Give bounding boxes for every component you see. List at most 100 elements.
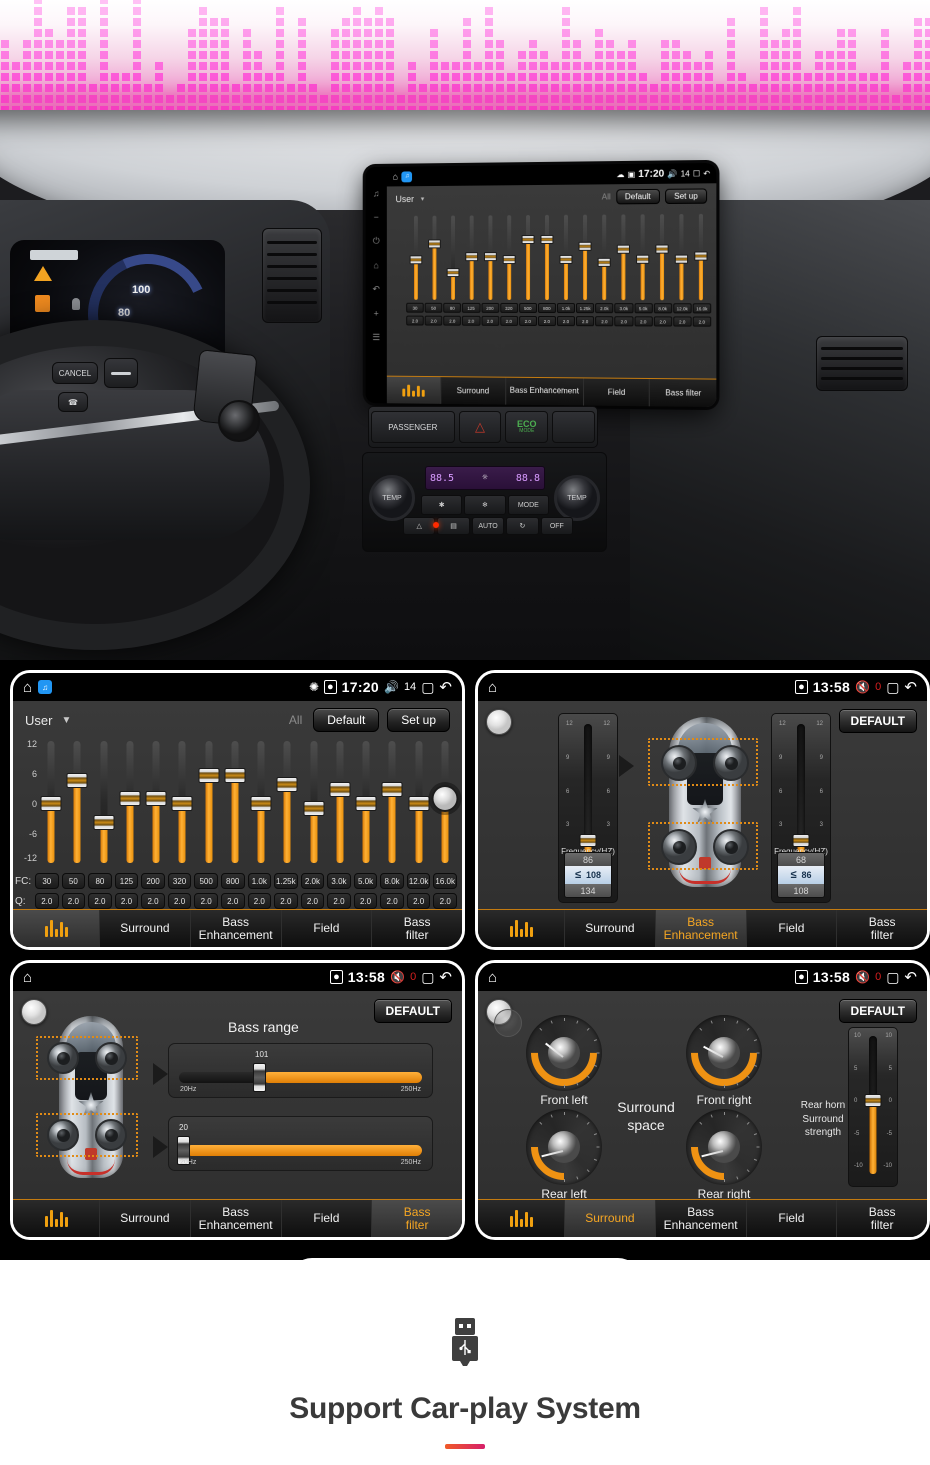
hu-q-cell[interactable]: 2.0 — [538, 316, 556, 326]
hu-band-slider[interactable] — [406, 216, 425, 300]
default-button[interactable]: DEFAULT — [374, 999, 452, 1023]
temp-knob-left[interactable]: TEMP — [369, 475, 415, 521]
tab-surround[interactable]: Surround — [99, 910, 190, 947]
back-icon[interactable]: ↶ — [439, 678, 452, 696]
hu-fc-cell[interactable]: 200 — [481, 303, 499, 313]
q-cell[interactable]: 2.0 — [433, 893, 457, 909]
tab-equalizer[interactable] — [13, 910, 99, 947]
tab-surround[interactable]: Surround — [99, 1200, 190, 1237]
tab-field[interactable]: Field — [746, 910, 837, 947]
hu-default-button[interactable]: Default — [616, 189, 660, 205]
slider-thumb[interactable] — [67, 773, 88, 788]
band-slider[interactable] — [379, 741, 405, 863]
slider-thumb[interactable] — [198, 768, 219, 783]
slider-thumb[interactable] — [356, 796, 377, 811]
minus-icon[interactable]: − — [374, 212, 379, 222]
fc-cell[interactable]: 200 — [141, 873, 165, 889]
back-icon[interactable]: ↶ — [904, 968, 917, 986]
music-app-icon[interactable]: ♫ — [38, 680, 52, 694]
hu-band-slider[interactable] — [672, 214, 692, 300]
hu-tab-equalizer[interactable] — [387, 377, 440, 404]
hu-caret-icon[interactable]: ▾ — [421, 195, 424, 203]
recents-icon[interactable]: ▢ — [421, 679, 434, 696]
q-cell[interactable]: 2.0 — [115, 893, 139, 909]
hazard-button[interactable]: △ — [459, 411, 502, 443]
dial-rear-left[interactable]: Rear left — [526, 1109, 602, 1185]
fc-cell[interactable]: 50 — [62, 873, 86, 889]
tab-equalizer[interactable] — [478, 910, 564, 947]
q-cell[interactable]: 2.0 — [221, 893, 245, 909]
q-cell[interactable]: 2.0 — [327, 893, 351, 909]
dial-front-right[interactable]: Front right — [686, 1015, 762, 1091]
hu-band-slider[interactable] — [595, 214, 614, 300]
hu-fc-cell[interactable]: 8.0k — [653, 303, 671, 313]
default-button[interactable]: Default — [313, 708, 379, 732]
tab-bar[interactable]: Surround Bass Enhancement Field Bass filter — [478, 909, 927, 947]
slider-thumb[interactable] — [382, 782, 403, 797]
tab-surround[interactable]: Surround — [564, 910, 655, 947]
band-slider[interactable] — [169, 741, 195, 863]
hu-fc-cell[interactable]: 1.0k — [557, 303, 575, 313]
mic-icon[interactable]: ♫ — [373, 189, 380, 199]
head-unit-screen[interactable]: ⌂ ♫ ☁ ▣ 17:20 🔊 14 ☐ ↶ User ▾ All Defaul — [387, 163, 717, 407]
hu-fc-cell[interactable]: 320 — [500, 303, 518, 313]
default-button[interactable]: DEFAULT — [839, 709, 917, 733]
back-icon[interactable]: ↶ — [373, 284, 380, 295]
hu-fc-cell[interactable]: 5.0k — [634, 303, 652, 313]
tab-bass-enhancement[interactable]: Bass Enhancement — [655, 1200, 746, 1237]
steering-set-rocker[interactable] — [104, 358, 138, 388]
hu-tab-bass-enhancement[interactable]: Bass Enhancement — [505, 378, 583, 406]
bass-range-slider-rear[interactable]: 20 20Hz 250Hz — [168, 1116, 433, 1171]
hu-equalizer-sliders[interactable] — [406, 214, 711, 300]
slider-thumb[interactable] — [408, 796, 429, 811]
band-slider[interactable] — [117, 741, 143, 863]
q-cell[interactable]: 2.0 — [194, 893, 218, 909]
meter-thumb-left[interactable] — [580, 834, 597, 847]
slider-thumb[interactable] — [303, 801, 324, 816]
hu-fc-cell[interactable]: 1.25k — [576, 303, 594, 313]
slider-thumb[interactable] — [329, 782, 350, 797]
frequency-options-right[interactable]: 68 ≤ 86 108 — [777, 852, 825, 898]
rear-defrost-button[interactable]: ▤ — [437, 517, 469, 535]
fc-cell[interactable]: 800 — [221, 873, 245, 889]
fc-cell[interactable]: 12.0k — [407, 873, 431, 889]
home-icon[interactable]: ⌂ — [23, 969, 32, 986]
unit-equalizer[interactable]: ⌂ ♫ ✺ ● 17:20 🔊 14 ▢ ↶ User ▼ All Defaul… — [10, 670, 465, 950]
q-cell[interactable]: 2.0 — [62, 893, 86, 909]
chevron-down-icon[interactable]: ▼ — [61, 715, 71, 726]
recents-icon[interactable]: ▢ — [886, 969, 899, 986]
slider-thumb-front[interactable] — [253, 1063, 266, 1092]
spare-button[interactable] — [552, 411, 595, 443]
hu-fc-cell[interactable]: 3.0k — [615, 303, 633, 313]
q-cell[interactable]: 2.0 — [248, 893, 272, 909]
unit-bass-enhancement[interactable]: ⌂ ● 13:58 🔇 0 ▢ ↶ DEFAULT 121299663300 F… — [475, 670, 930, 950]
hu-band-slider[interactable] — [692, 214, 712, 300]
band-slider[interactable] — [301, 741, 327, 863]
slider-thumb[interactable] — [172, 796, 193, 811]
q-cell[interactable]: 2.0 — [301, 893, 325, 909]
band-slider[interactable] — [248, 741, 274, 863]
hu-q-cell[interactable]: 2.0 — [693, 316, 712, 326]
dial-rear-right[interactable]: Rear right — [686, 1109, 762, 1185]
temp-knob-right[interactable]: TEMP — [554, 475, 600, 521]
band-slider[interactable] — [327, 741, 353, 863]
power-icon[interactable]: ⏻ — [373, 236, 380, 247]
tab-bass-filter[interactable]: Bass filter — [836, 1200, 927, 1237]
fc-cell[interactable]: 16.0k — [433, 873, 457, 889]
hu-recents-icon[interactable]: ☐ — [693, 169, 700, 178]
fc-cell[interactable]: 2.0k — [301, 873, 325, 889]
unit-bass-filter[interactable]: ⌂ ● 13:58 🔇 0 ▢ ↶ DEFAULT Bass range 101… — [10, 960, 465, 1240]
hu-q-cell[interactable]: 2.0 — [462, 316, 480, 326]
default-button[interactable]: DEFAULT — [839, 999, 917, 1023]
eco-mode-button[interactable]: ECO MODE — [505, 411, 548, 443]
hu-tab-bass-filter[interactable]: Bass filter — [649, 379, 716, 407]
tab-field[interactable]: Field — [281, 1200, 372, 1237]
power-toggle-button[interactable] — [486, 999, 512, 1025]
hu-fc-cell[interactable]: 80 — [443, 303, 461, 313]
back-icon[interactable]: ↶ — [439, 968, 452, 986]
hu-q-cell[interactable]: 2.0 — [653, 316, 671, 326]
hu-tab-field[interactable]: Field — [583, 378, 649, 406]
hu-q-cell[interactable]: 2.0 — [595, 316, 613, 326]
fc-cell[interactable]: 8.0k — [380, 873, 404, 889]
tab-field[interactable]: Field — [746, 1200, 837, 1237]
